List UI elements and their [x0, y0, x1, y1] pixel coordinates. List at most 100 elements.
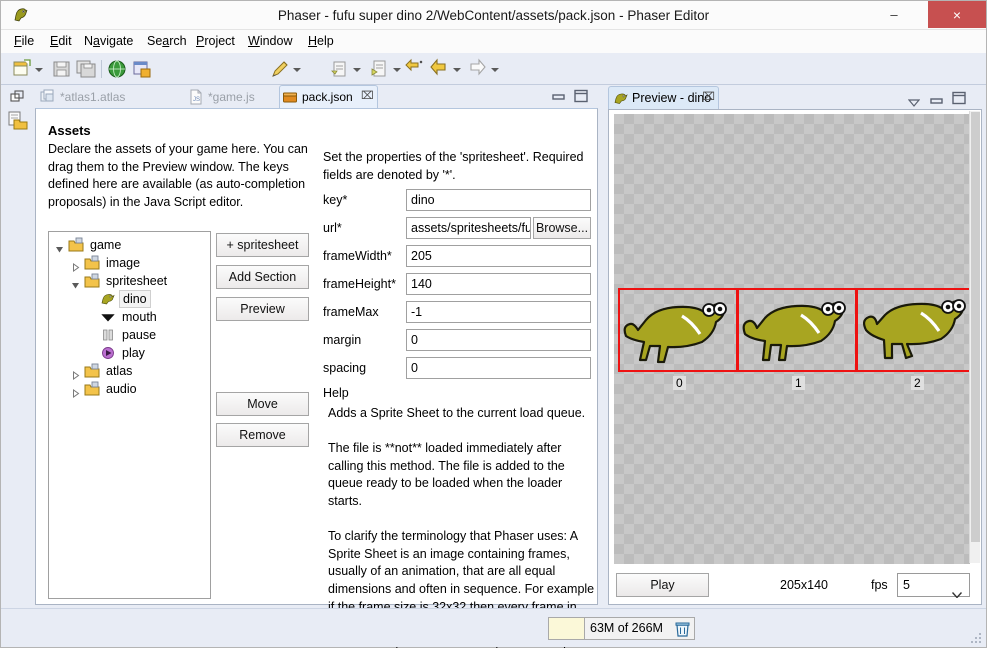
- debug-dropdown-arrow[interactable]: [353, 66, 362, 74]
- field-label-frameheight: frameHeight*: [323, 277, 396, 291]
- open-resource-icon[interactable]: [131, 58, 153, 80]
- chevron-down-icon[interactable]: [951, 583, 963, 599]
- assets-section-title: Assets: [48, 123, 91, 138]
- last-edit-location-icon[interactable]: [405, 58, 427, 80]
- preview-tab[interactable]: Preview - dino ⌧: [608, 86, 720, 109]
- fps-select[interactable]: 5: [897, 573, 970, 599]
- remove-button[interactable]: Remove: [216, 423, 309, 447]
- tree-item-label: mouth: [122, 310, 157, 324]
- tree-item-label: pause: [122, 328, 157, 342]
- preview-tab-strip: Preview - dino ⌧: [604, 85, 986, 109]
- add-section-button[interactable]: Add Section: [216, 265, 309, 289]
- editor-tab-game-js[interactable]: JS *game.js: [186, 86, 276, 108]
- new-file-icon[interactable]: [11, 58, 33, 80]
- frame-number-label: 0: [673, 376, 686, 390]
- folder-section-icon: [84, 273, 100, 289]
- dino-sprite-frame-2: [862, 299, 966, 360]
- save-icon[interactable]: [51, 58, 73, 80]
- dino-sprite-frame-0: [623, 302, 727, 364]
- resize-grip-icon[interactable]: [969, 631, 983, 645]
- edit-pencil-icon[interactable]: [269, 58, 291, 80]
- chevron-right-icon[interactable]: [71, 367, 80, 380]
- editor-tab-label: *game.js: [208, 90, 255, 104]
- preview-toolbar: Play 205x140 fps 5: [609, 568, 981, 604]
- phaser-editor-window: Phaser - fufu super dino 2/WebContent/as…: [0, 0, 987, 648]
- folder-section-icon: [84, 363, 100, 379]
- field-label-url: url*: [323, 221, 342, 235]
- project-explorer-icon[interactable]: [8, 111, 28, 131]
- window-close-button[interactable]: ×: [928, 1, 986, 28]
- frameheight-input[interactable]: 140: [406, 273, 591, 295]
- save-all-icon[interactable]: [75, 58, 97, 80]
- chevron-down-icon[interactable]: [71, 277, 80, 289]
- move-button[interactable]: Move: [216, 392, 309, 416]
- play-button[interactable]: Play: [616, 573, 709, 597]
- run-dropdown-arrow[interactable]: [393, 66, 402, 74]
- phaser-dino-icon: [11, 5, 31, 25]
- pack-file-icon: [282, 89, 298, 105]
- menu-window[interactable]: Window: [241, 30, 299, 53]
- forward-dropdown-arrow[interactable]: [491, 66, 500, 74]
- menu-file[interactable]: File: [7, 30, 41, 53]
- menu-navigate[interactable]: Navigate: [77, 30, 140, 53]
- open-browser-icon[interactable]: [107, 58, 129, 80]
- editor-minimize-icon[interactable]: [552, 90, 566, 102]
- close-icon: ×: [952, 6, 962, 23]
- url-input[interactable]: assets/spritesheets/fu: [406, 217, 531, 239]
- dino-sprite-frame-1: [742, 301, 846, 362]
- chevron-right-icon[interactable]: [71, 385, 80, 398]
- editor-maximize-icon[interactable]: [574, 89, 588, 103]
- memory-usage-bar: [549, 618, 585, 639]
- view-menu-icon[interactable]: [907, 94, 921, 107]
- restore-icon[interactable]: [10, 90, 26, 106]
- preview-minimize-icon[interactable]: [930, 93, 944, 104]
- debug-icon[interactable]: [329, 58, 351, 80]
- close-icon[interactable]: ⌧: [361, 91, 374, 102]
- fps-label: fps: [871, 578, 888, 592]
- back-dropdown-arrow[interactable]: [453, 66, 462, 74]
- menu-help[interactable]: Help: [301, 30, 341, 53]
- back-icon[interactable]: [429, 58, 451, 80]
- preview-button[interactable]: Preview: [216, 297, 309, 321]
- chevron-down-icon[interactable]: [55, 241, 64, 253]
- new-file-dropdown-arrow[interactable]: [35, 66, 44, 74]
- preview-vertical-scrollbar[interactable]: [969, 111, 980, 563]
- editor-tab-label: *atlas1.atlas: [60, 90, 126, 104]
- tree-item-label: play: [122, 346, 145, 360]
- preview-canvas[interactable]: 0 1 2: [614, 114, 970, 564]
- window-minimize-button[interactable]: –: [873, 1, 915, 28]
- spacing-input[interactable]: 0: [406, 357, 591, 379]
- menu-project[interactable]: Project: [189, 30, 242, 53]
- memory-monitor[interactable]: 63M of 266M: [548, 617, 695, 640]
- preview-frame: 0 1 2 Play 205x140 fps 5: [608, 109, 982, 605]
- toolbar-separator: [101, 60, 102, 78]
- folder-section-icon: [68, 237, 84, 253]
- add-spritesheet-button[interactable]: + spritesheet: [216, 233, 309, 257]
- menu-edit[interactable]: Edit: [43, 30, 79, 53]
- editor-tab-atlas1[interactable]: *atlas1.atlas: [38, 86, 148, 108]
- preview-maximize-icon[interactable]: [952, 91, 966, 105]
- dino-sprite-icon: [613, 91, 629, 106]
- browse-button[interactable]: Browse...: [533, 217, 591, 239]
- frame-number-label: 2: [911, 376, 924, 390]
- pack-editor-canvas: Assets Declare the assets of your game h…: [35, 108, 598, 648]
- edit-pencil-dropdown-arrow[interactable]: [293, 66, 302, 74]
- tree-item-label: game: [90, 238, 122, 252]
- editor-tab-pack-json[interactable]: pack.json ⌧: [279, 85, 378, 109]
- frame-number-label: 1: [792, 376, 805, 390]
- key-input[interactable]: dino: [406, 189, 591, 211]
- tree-item-label: image: [106, 256, 141, 270]
- framewidth-input[interactable]: 205: [406, 245, 591, 267]
- preview-view: Preview - dino ⌧ 0 1 2 Play 205x140 fps …: [604, 85, 986, 608]
- run-icon[interactable]: [369, 58, 391, 80]
- close-icon[interactable]: ⌧: [702, 92, 715, 103]
- menu-search[interactable]: Search: [140, 30, 194, 53]
- forward-icon[interactable]: [467, 58, 489, 80]
- assets-tree[interactable]: game image spritesheet dino mouth pause …: [48, 231, 211, 599]
- trash-icon[interactable]: [675, 621, 690, 637]
- field-label-key: key*: [323, 193, 348, 207]
- chevron-right-icon[interactable]: [71, 259, 80, 272]
- scrollbar-thumb[interactable]: [971, 112, 980, 542]
- margin-input[interactable]: 0: [406, 329, 591, 351]
- framemax-input[interactable]: -1: [406, 301, 591, 323]
